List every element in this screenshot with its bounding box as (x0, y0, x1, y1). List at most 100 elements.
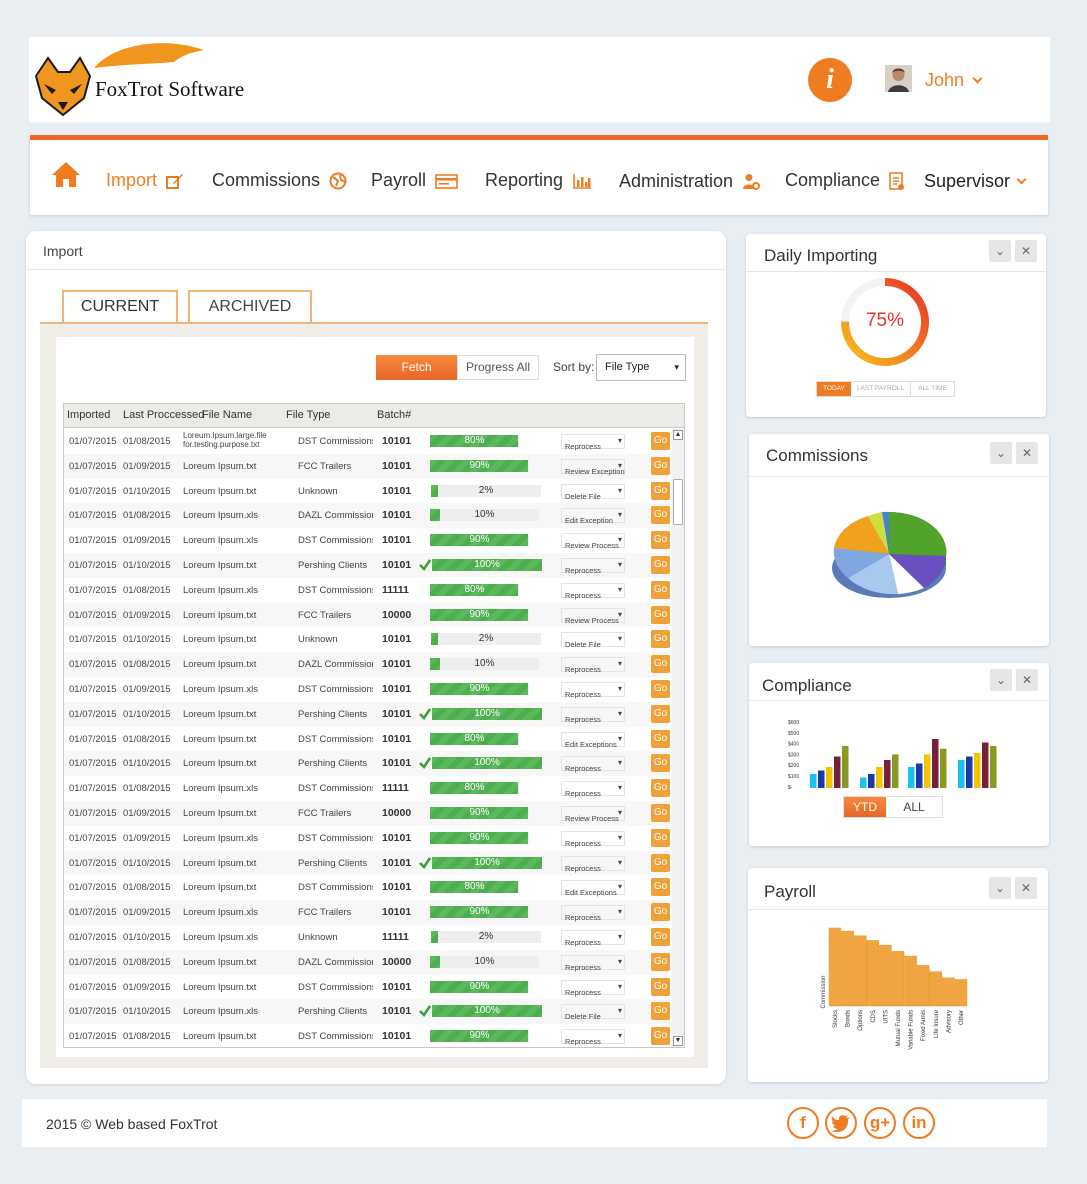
info-button[interactable]: i (808, 58, 852, 102)
go-button[interactable]: Go (651, 481, 670, 500)
avatar[interactable] (885, 65, 912, 92)
table-row[interactable]: 01/07/2015 01/09/2015 Loreum Ipsum.txt DST … (64, 975, 670, 1000)
nav-payroll[interactable]: Payroll (371, 170, 459, 191)
facebook-icon[interactable]: f (787, 1107, 819, 1139)
action-select[interactable]: Reprocess (561, 1029, 625, 1046)
action-select[interactable]: Review Process (561, 533, 625, 550)
toggle-ytd[interactable]: YTD (844, 797, 886, 817)
go-button[interactable]: Go (651, 928, 670, 946)
go-button[interactable]: Go (651, 655, 670, 674)
tab-last-payroll[interactable]: LAST PAYROLL (851, 382, 911, 396)
table-row[interactable]: 01/07/2015 01/09/2015 Loreum Ipsum.xls DST … (64, 528, 670, 553)
go-button[interactable]: Go (651, 556, 670, 574)
table-row[interactable]: 01/07/2015 01/08/2015 Loreum Ipsum.txt DST … (64, 1024, 670, 1049)
go-button[interactable]: Go (651, 804, 670, 822)
table-row[interactable]: 01/07/2015 01/09/2015 Loreum Ipsum.txt FCC … (64, 453, 670, 479)
nav-supervisor[interactable]: Supervisor (924, 171, 1027, 192)
action-select[interactable]: Edit Exceptions (561, 880, 625, 897)
nav-administration[interactable]: Administration (619, 171, 761, 192)
table-row[interactable]: 01/07/2015 01/09/2015 Loreum Ipsum.txt FCC … (64, 801, 670, 826)
close-icon[interactable]: ✕ (1015, 877, 1037, 899)
col-last-processed[interactable]: Last Proccessed (123, 409, 204, 421)
action-select[interactable]: Edit Exception (561, 508, 625, 525)
toggle-all[interactable]: ALL (886, 797, 942, 817)
table-row[interactable]: 01/07/2015 01/09/2015 Loreum Ipsum.xls DST … (64, 826, 670, 851)
table-row[interactable]: 01/07/2015 01/08/2015 Loreum Ipsum.xls DAZL… (64, 503, 670, 529)
action-select[interactable]: Review Process (561, 607, 625, 625)
go-button[interactable]: Go (651, 630, 670, 649)
go-button[interactable]: Go (651, 1027, 670, 1046)
col-file-name[interactable]: File Name (202, 409, 252, 421)
table-row[interactable]: 01/07/2015 01/08/2015 Loreum Ipsum.txt DST … (64, 727, 670, 752)
close-icon[interactable]: ✕ (1015, 240, 1037, 262)
table-row[interactable]: 01/07/2015 01/08/2015 Loreum Ipsum.xls DST … (64, 776, 670, 801)
action-select[interactable]: Review Process (561, 806, 625, 823)
table-row[interactable]: 01/07/2015 01/10/2015 Loreum Ipsum.xls Unkn… (64, 925, 670, 950)
action-select[interactable]: Reprocess (561, 682, 625, 699)
go-button[interactable]: Go (651, 456, 670, 475)
action-select[interactable]: Delete File (561, 1004, 625, 1021)
go-button[interactable]: Go (651, 977, 670, 996)
scroll-up-icon[interactable]: ▲ (673, 430, 683, 440)
table-row[interactable]: 01/07/2015 01/08/2015 Loreum Ipsum.xls DST … (64, 578, 670, 603)
close-icon[interactable]: ✕ (1016, 442, 1038, 464)
table-row[interactable]: 01/07/2015 01/09/2015 Loreum Ipsum.xls FCC … (64, 900, 670, 925)
action-select[interactable]: Reprocess (561, 706, 625, 724)
go-button[interactable]: Go (651, 754, 670, 773)
table-row[interactable]: 01/07/2015 01/08/2015 Loreum.Ipsum.large.f… (64, 429, 670, 454)
sort-select[interactable]: File Type ▾ (596, 354, 686, 381)
tab-today[interactable]: TODAY (817, 382, 851, 396)
fetch-button[interactable]: Fetch (376, 355, 457, 380)
action-select[interactable]: Reprocess (561, 954, 625, 972)
go-button[interactable]: Go (651, 952, 670, 971)
action-select[interactable]: Delete File (561, 483, 625, 501)
go-button[interactable]: Go (651, 878, 670, 897)
go-button[interactable]: Go (651, 903, 670, 922)
go-button[interactable]: Go (651, 729, 670, 748)
action-select[interactable]: Reprocess (561, 657, 625, 674)
scroll-down-icon[interactable]: ▼ (673, 1036, 683, 1046)
linkedin-icon[interactable]: in (903, 1107, 935, 1139)
table-row[interactable]: 01/07/2015 01/09/2015 Loreum Ipsum.xls DST … (64, 677, 670, 702)
go-button[interactable]: Go (651, 704, 670, 723)
table-row[interactable]: 01/07/2015 01/10/2015 Loreum Ipsum.txt Unkn… (64, 479, 670, 504)
action-select[interactable]: Review Exception (561, 458, 625, 476)
action-select[interactable]: Reprocess (561, 781, 625, 798)
action-select[interactable]: Reprocess (561, 855, 625, 873)
go-button[interactable]: Go (651, 680, 670, 698)
go-button[interactable]: Go (651, 432, 670, 450)
go-button[interactable]: Go (651, 531, 670, 550)
col-file-type[interactable]: File Type (286, 409, 330, 421)
table-row[interactable]: 01/07/2015 01/09/2015 Loreum Ipsum.txt FCC … (64, 602, 670, 628)
tab-all-time[interactable]: ALL TIME (911, 382, 954, 396)
go-button[interactable]: Go (651, 605, 670, 624)
table-row[interactable]: 01/07/2015 01/08/2015 Loreum Ipsum.txt DST … (64, 875, 670, 900)
col-batch[interactable]: Batch# (377, 409, 411, 421)
google-plus-icon[interactable]: g+ (864, 1107, 896, 1139)
action-select[interactable]: Reprocess (561, 979, 625, 997)
action-select[interactable]: Reprocess (561, 830, 625, 848)
go-button[interactable]: Go (651, 779, 670, 798)
action-select[interactable]: Reprocess (561, 905, 625, 922)
action-select[interactable]: Reprocess (561, 558, 625, 575)
tab-current-files[interactable]: CURRENT FILES (62, 290, 178, 345)
table-row[interactable]: 01/07/2015 01/08/2015 Loreum Ipsum.txt DAZL… (64, 949, 670, 975)
go-button[interactable]: Go (651, 1002, 670, 1021)
table-row[interactable]: 01/07/2015 01/08/2015 Loreum Ipsum.txt DAZL… (64, 652, 670, 677)
home-icon[interactable] (51, 160, 81, 188)
nav-commissions[interactable]: Commissions (212, 170, 347, 191)
twitter-icon[interactable] (825, 1107, 857, 1139)
tab-archived-files[interactable]: ARCHIVED FILES (188, 290, 312, 345)
table-row[interactable]: 01/07/2015 01/10/2015 Loreum Ipsum.txt Unkn… (64, 627, 670, 652)
table-row[interactable]: 01/07/2015 01/10/2015 Loreum Ipsum.txt Pers… (64, 553, 670, 578)
go-button[interactable]: Go (651, 580, 670, 599)
user-menu[interactable]: John (925, 70, 983, 91)
collapse-icon[interactable]: ⌄ (990, 442, 1012, 464)
scroll-thumb[interactable] (673, 479, 683, 525)
progress-all-button[interactable]: Progress All (457, 355, 539, 380)
nav-reporting[interactable]: Reporting (485, 170, 592, 191)
action-select[interactable]: Reprocess (561, 434, 625, 451)
collapse-icon[interactable]: ⌄ (989, 240, 1011, 262)
action-select[interactable]: Delete File (561, 632, 625, 649)
table-row[interactable]: 01/07/2015 01/10/2015 Loreum Ipsum.xls Pers… (64, 999, 670, 1025)
